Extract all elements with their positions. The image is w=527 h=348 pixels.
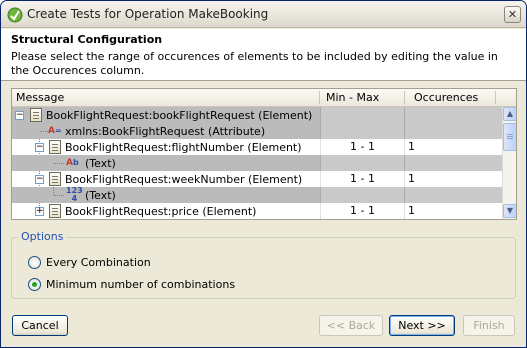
occurences-cell[interactable] xyxy=(404,123,502,139)
structure-tree-table[interactable]: Message Min - Max Occurences − BookFligh… xyxy=(11,88,517,220)
message-cell: − BookFlightRequest:bookFlightRequest (E… xyxy=(12,107,320,123)
radio-button[interactable] xyxy=(28,278,41,291)
page-title: Structural Configuration xyxy=(11,33,163,46)
row-label: BookFlightRequest:price (Element) xyxy=(65,205,257,218)
minmax-cell xyxy=(320,187,404,203)
arrow-down-icon: ▼ xyxy=(506,206,514,215)
close-icon: ✕ xyxy=(507,8,518,21)
element-icon xyxy=(49,140,61,154)
next-button[interactable]: Next >> xyxy=(389,315,455,336)
occurences-cell[interactable]: 1 xyxy=(404,203,502,219)
occurences-cell[interactable]: 1 xyxy=(404,139,502,155)
cancel-button[interactable]: Cancel xyxy=(12,315,68,336)
column-divider[interactable] xyxy=(495,91,496,104)
column-header-minmax[interactable]: Min - Max xyxy=(326,91,379,104)
scroll-thumb[interactable] xyxy=(503,123,516,151)
scroll-down-button[interactable]: ▼ xyxy=(503,204,516,218)
options-legend: Options xyxy=(18,230,67,243)
column-divider[interactable] xyxy=(319,91,320,104)
text-icon: Ab xyxy=(66,158,79,168)
table-row[interactable]: Ab (Text) xyxy=(12,155,502,171)
collapse-toggle[interactable]: − xyxy=(35,175,44,184)
occurences-cell[interactable]: 1 xyxy=(404,171,502,187)
collapse-toggle[interactable]: − xyxy=(15,111,24,120)
table-body: − BookFlightRequest:bookFlightRequest (E… xyxy=(12,107,502,219)
dialog-window: Create Tests for Operation MakeBooking ✕… xyxy=(0,0,527,348)
app-icon xyxy=(7,7,23,23)
table-row[interactable]: A= xmlns:BookFlightRequest (Attribute) xyxy=(12,123,502,139)
page-header: Structural Configuration Please select t… xyxy=(1,29,526,81)
minmax-cell xyxy=(320,123,404,139)
row-label: xmlns:BookFlightRequest (Attribute) xyxy=(65,125,266,138)
row-label: BookFlightRequest:bookFlightRequest (Ele… xyxy=(46,109,313,122)
column-divider[interactable] xyxy=(404,91,405,104)
radio-label[interactable]: Every Combination xyxy=(46,256,151,269)
window-title: Create Tests for Operation MakeBooking xyxy=(27,7,269,21)
tree-line xyxy=(53,187,54,195)
page-description: Please select the range of occurences of… xyxy=(11,50,498,77)
radio-label[interactable]: Minimum number of combinations xyxy=(46,278,235,291)
expand-toggle[interactable]: + xyxy=(35,207,44,216)
column-header-occurences[interactable]: Occurences xyxy=(414,91,478,104)
minmax-cell: 1 - 1 xyxy=(320,203,404,219)
minmax-cell xyxy=(320,107,404,123)
options-group: Options Every Combination Minimum number… xyxy=(11,230,516,299)
arrow-up-icon: ▲ xyxy=(506,109,514,118)
message-cell: 123 4 (Text) xyxy=(12,187,320,203)
table-row[interactable]: 123 4 (Text) xyxy=(12,187,502,203)
occurences-cell[interactable] xyxy=(404,107,502,123)
collapse-toggle[interactable]: − xyxy=(35,143,44,152)
row-label: (Text) xyxy=(85,189,116,202)
finish-button[interactable]: Finish xyxy=(463,315,515,336)
minmax-cell: 1 - 1 xyxy=(320,139,404,155)
minmax-cell: 1 - 1 xyxy=(320,171,404,187)
table-row[interactable]: + BookFlightRequest:price (Element) 1 - … xyxy=(12,203,502,219)
tree-line xyxy=(54,195,64,196)
table-row[interactable]: − BookFlightRequest:flightNumber (Elemen… xyxy=(12,139,502,155)
vertical-scrollbar[interactable]: ▲ ▼ xyxy=(502,107,516,219)
occurences-cell[interactable] xyxy=(404,187,502,203)
message-cell: + BookFlightRequest:price (Element) xyxy=(12,203,320,219)
minmax-cell xyxy=(320,155,404,171)
row-label: BookFlightRequest:flightNumber (Element) xyxy=(65,141,302,154)
message-cell: A= xmlns:BookFlightRequest (Attribute) xyxy=(12,123,320,139)
column-header-message[interactable]: Message xyxy=(16,91,64,104)
element-icon xyxy=(49,204,61,218)
attribute-icon: A= xyxy=(48,126,62,136)
scroll-up-button[interactable]: ▲ xyxy=(503,107,516,121)
message-cell: − BookFlightRequest:flightNumber (Elemen… xyxy=(12,139,320,155)
message-cell: Ab (Text) xyxy=(12,155,320,171)
number-text-icon: 123 4 xyxy=(66,186,83,203)
table-header: Message Min - Max Occurences xyxy=(12,89,516,107)
tree-line xyxy=(40,131,48,132)
table-row[interactable]: − BookFlightRequest:bookFlightRequest (E… xyxy=(12,107,502,123)
tree-line xyxy=(54,163,64,164)
close-button[interactable]: ✕ xyxy=(504,6,521,23)
back-button[interactable]: << Back xyxy=(319,315,383,336)
element-icon xyxy=(49,172,61,186)
table-row[interactable]: − BookFlightRequest:weekNumber (Element)… xyxy=(12,171,502,187)
element-icon xyxy=(30,108,42,122)
title-bar[interactable]: Create Tests for Operation MakeBooking ✕ xyxy=(1,1,526,28)
radio-button[interactable] xyxy=(28,256,41,269)
row-label: BookFlightRequest:weekNumber (Element) xyxy=(65,173,303,186)
occurences-cell[interactable] xyxy=(404,155,502,171)
row-label: (Text) xyxy=(85,157,116,170)
message-cell: − BookFlightRequest:weekNumber (Element) xyxy=(12,171,320,187)
